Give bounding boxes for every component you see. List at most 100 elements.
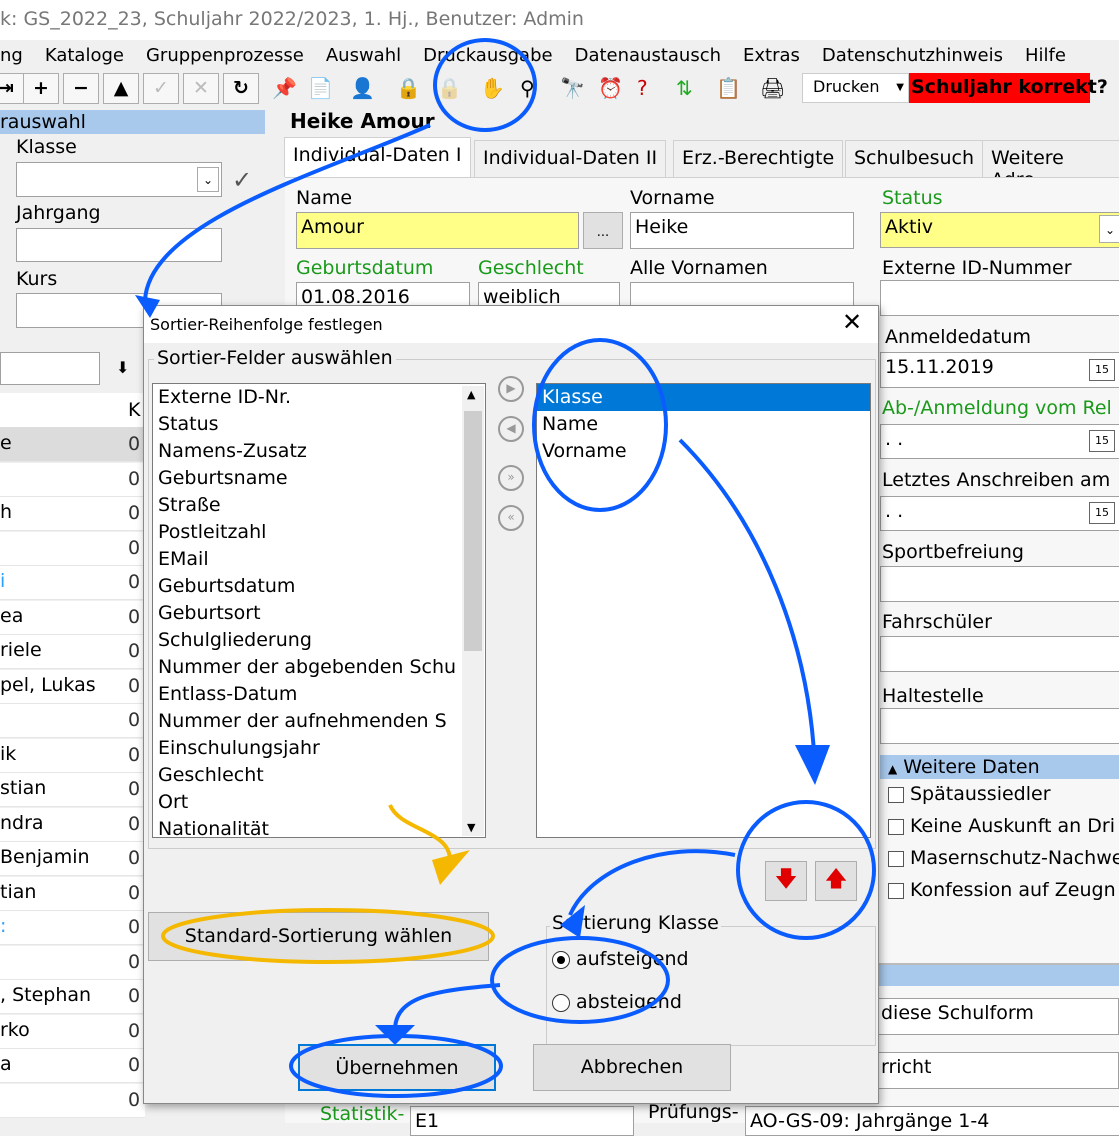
checkbox-masernschutz[interactable] (888, 851, 904, 867)
checkbox-spaetaussiedler[interactable] (888, 787, 904, 803)
sportbefreiung-input[interactable] (880, 566, 1119, 602)
menu-kataloge[interactable]: Kataloge (45, 45, 124, 66)
selected-field-item[interactable]: Name (537, 411, 870, 438)
available-field-item[interactable]: Nationalität (153, 816, 485, 837)
add-button[interactable]: + (23, 73, 59, 104)
binoculars-icon[interactable]: 🔭 (560, 76, 585, 100)
available-fields-list[interactable]: Externe ID-Nr. Status Namens-Zusatz Geburts… (152, 383, 486, 838)
student-list-row[interactable]: rko 0 (0, 1014, 145, 1049)
available-field-item[interactable]: Postleitzahl (153, 519, 485, 546)
available-field-item[interactable]: EMail (153, 546, 485, 573)
school-year-warning[interactable]: Schuljahr korrekt? (909, 73, 1108, 103)
student-list-row[interactable]: 0 (0, 531, 145, 566)
student-list-row[interactable]: :0 (0, 911, 145, 945)
vorname-input[interactable]: Heike (630, 212, 854, 249)
available-field-item[interactable]: Geburtsort (153, 600, 485, 627)
weitere-daten-header[interactable]: ▲ Weitere Daten (880, 755, 1119, 779)
move-down-button[interactable]: 🡇 (765, 861, 807, 901)
cancel-edit-button[interactable]: ✕ (183, 73, 219, 104)
pin-icon[interactable]: 📌 (272, 76, 297, 100)
unterricht-input[interactable]: rricht (870, 1052, 1119, 1089)
selected-fields-list[interactable]: Klasse Name Vorname (536, 383, 871, 838)
up-button[interactable]: ▲ (103, 73, 139, 104)
menu-hilfe[interactable]: Hilfe (1025, 45, 1066, 66)
student-list-row[interactable]: tian 0 (0, 876, 145, 911)
search-input[interactable] (0, 352, 100, 385)
fahrschueler-input[interactable] (880, 636, 1119, 672)
tab-weitere-adressen[interactable]: Weitere Adre (982, 140, 1119, 191)
help-pointer-icon[interactable]: ? (637, 76, 648, 100)
externe-id-input[interactable] (880, 280, 1119, 316)
tab-individual-daten-2[interactable]: Individual-Daten II (474, 140, 667, 177)
selected-field-item[interactable]: Klasse (537, 384, 870, 411)
student-list-row[interactable]: ik 0 (0, 738, 145, 773)
menu-extras[interactable]: Extras (743, 45, 800, 66)
jahrgang-combo[interactable] (16, 228, 222, 262)
student-list-row[interactable]: e0 (0, 428, 145, 462)
cancel-button[interactable]: Abbrechen (533, 1044, 731, 1091)
available-field-item[interactable]: Geschlecht (153, 762, 485, 789)
menu-datenschutz[interactable]: Datenschutzhinweis (822, 45, 1003, 66)
status-combo[interactable]: Aktiv ⌄ (880, 212, 1119, 248)
student-list-row[interactable]: 0 (0, 1083, 145, 1118)
copy-icon[interactable]: 📄 (308, 76, 333, 100)
move-up-button[interactable]: 🡅 (815, 861, 857, 901)
confirm-button[interactable]: ✓ (143, 73, 179, 104)
column-k-header[interactable]: K (128, 399, 140, 421)
student-list-row[interactable]: ea 0 (0, 600, 145, 635)
student-list-row[interactable]: h0 (0, 497, 145, 531)
schulform-input[interactable]: diese Schulform (870, 998, 1119, 1035)
unlock-icon[interactable]: 🔒 (437, 76, 462, 100)
last-record-button[interactable]: ⇥ (0, 73, 24, 104)
calendar-icon[interactable]: 15 (1089, 502, 1115, 524)
apply-check-icon[interactable]: ✓ (232, 166, 252, 194)
user-icon[interactable]: 👤 (350, 76, 375, 100)
add-field-icon[interactable]: ▶ (498, 376, 524, 402)
available-field-item[interactable]: Entlass-Datum (153, 681, 485, 708)
selected-field-item[interactable]: Vorname (537, 438, 870, 465)
abanmeldung-input[interactable]: . . (880, 424, 1119, 459)
available-field-item[interactable]: Status (153, 411, 485, 438)
remove-all-fields-icon[interactable]: « (498, 505, 524, 531)
student-list-row[interactable]: stian 0 (0, 773, 145, 807)
student-list-row[interactable]: riele 0 (0, 635, 145, 669)
pruefungsordnung-input[interactable]: AO-GS-09: Jahrgänge 1-4 (745, 1106, 1119, 1136)
student-list-row[interactable]: , Stephan 0 (0, 980, 145, 1014)
menu-auswahl[interactable]: Auswahl (326, 45, 401, 66)
student-list-row[interactable]: 0 (0, 945, 145, 980)
printer-icon[interactable]: 🖨 (760, 76, 785, 100)
available-field-item[interactable]: Geburtsname (153, 465, 485, 492)
available-field-item[interactable]: Ort (153, 789, 485, 816)
remove-field-icon[interactable]: ◀ (498, 416, 524, 442)
calendar-icon[interactable]: 15 (1089, 430, 1115, 452)
klasse-combo[interactable]: ⌄ (16, 162, 222, 197)
statistik-input[interactable]: E1 (410, 1106, 634, 1136)
sort-down-icon[interactable]: ⬇ (116, 358, 129, 377)
student-list-row[interactable]: a0 (0, 1049, 145, 1083)
available-field-item[interactable]: Geburtsdatum (153, 573, 485, 600)
sort-icon[interactable]: ✋ (480, 76, 505, 100)
report-icon[interactable]: 📋 (716, 76, 741, 100)
haltestelle-input[interactable] (880, 708, 1119, 744)
tab-erz-berechtigte[interactable]: Erz.-Berechtigte (673, 140, 844, 177)
student-list-row[interactable]: ndra 0 (0, 807, 145, 842)
refresh-button[interactable]: ↻ (223, 73, 259, 104)
filter-icon[interactable]: ⚲ (520, 76, 535, 100)
student-list-row[interactable]: 0 (0, 704, 145, 738)
lock-icon[interactable]: 🔒 (396, 76, 421, 100)
student-list-row[interactable]: i0 (0, 566, 145, 600)
tab-schulbesuch[interactable]: Schulbesuch (845, 140, 984, 177)
available-field-item[interactable]: Straße (153, 492, 485, 519)
available-field-item[interactable]: Namens-Zusatz (153, 438, 485, 465)
print-select[interactable]: Drucken ▼ (802, 73, 909, 103)
add-all-fields-icon[interactable]: » (498, 465, 524, 491)
apply-button[interactable]: Übernehmen (298, 1044, 496, 1091)
letztes-anschreiben-input[interactable]: . . (880, 496, 1119, 531)
menu-item[interactable]: ng (0, 45, 23, 66)
student-list-row[interactable]: Benjamin 0 (0, 842, 145, 876)
checkbox-keine-auskunft[interactable] (888, 819, 904, 835)
tab-individual-daten-1[interactable]: Individual-Daten I (284, 137, 471, 177)
available-scrollbar[interactable]: ▲ ▼ (462, 386, 484, 836)
anmeldedatum-input[interactable]: 15.11.2019 (880, 352, 1119, 388)
student-list-row[interactable]: pel, Lukas 0 (0, 669, 145, 704)
